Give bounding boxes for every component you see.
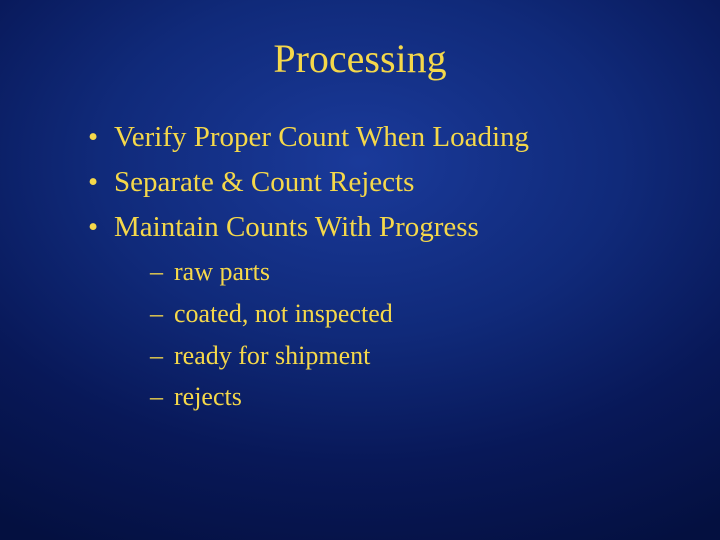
list-item-label: ready for shipment: [174, 341, 370, 370]
list-item-label: Verify Proper Count When Loading: [114, 121, 529, 153]
list-item: ready for shipment: [150, 337, 660, 375]
list-item-label: Separate & Count Rejects: [114, 166, 414, 198]
list-item: Maintain Counts With Progress raw parts …: [88, 208, 660, 416]
list-item-label: Maintain Counts With Progress: [114, 211, 479, 243]
list-item-label: raw parts: [174, 257, 270, 286]
list-item: Separate & Count Rejects: [88, 163, 660, 202]
sub-bullet-list: raw parts coated, not inspected ready fo…: [114, 253, 660, 416]
slide: Processing Verify Proper Count When Load…: [0, 0, 720, 540]
list-item: coated, not inspected: [150, 295, 660, 333]
list-item: raw parts: [150, 253, 660, 291]
list-item-label: rejects: [174, 382, 242, 411]
list-item-label: coated, not inspected: [174, 299, 393, 328]
slide-title: Processing: [60, 35, 660, 82]
list-item: Verify Proper Count When Loading: [88, 118, 660, 157]
list-item: rejects: [150, 378, 660, 416]
bullet-list: Verify Proper Count When Loading Separat…: [60, 118, 660, 416]
